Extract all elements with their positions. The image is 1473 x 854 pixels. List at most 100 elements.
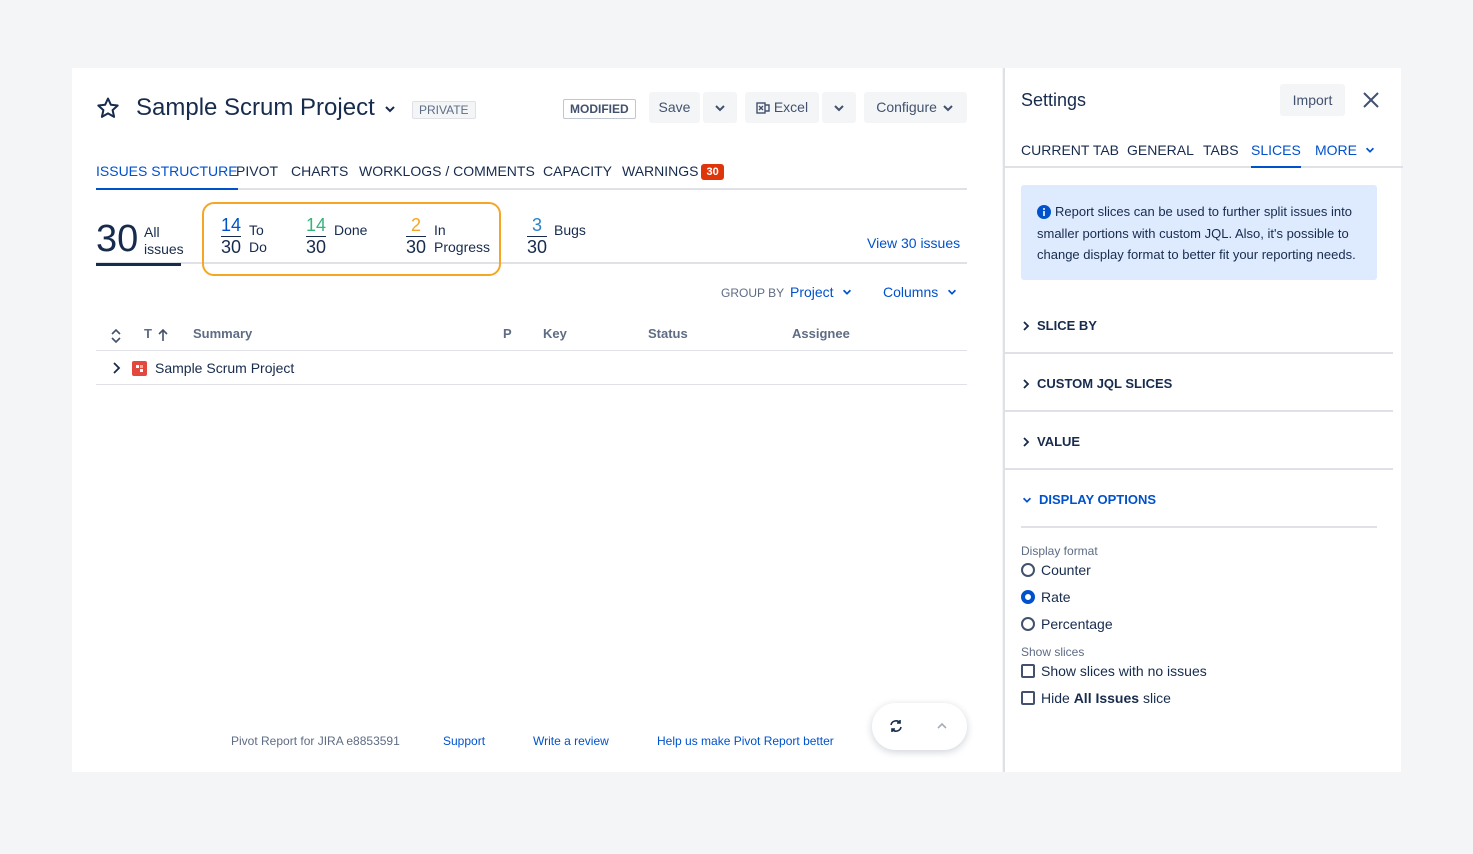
- display-format-label: Display format: [1021, 544, 1098, 558]
- chevron-right-icon[interactable]: [111, 362, 121, 374]
- configure-button[interactable]: Configure: [864, 92, 967, 123]
- report-title[interactable]: Sample Scrum Project: [136, 94, 375, 122]
- view-issues-link[interactable]: View 30 issues: [867, 235, 960, 251]
- columns-select[interactable]: Columns: [883, 284, 958, 300]
- tab-tabs[interactable]: TABS: [1203, 142, 1239, 168]
- hide-all-issues-option[interactable]: Hide All Issues slice: [1021, 690, 1171, 706]
- section-value[interactable]: VALUE: [1021, 434, 1393, 449]
- group-by-select[interactable]: Project: [790, 284, 853, 300]
- save-options-button[interactable]: [703, 92, 737, 123]
- feedback-link[interactable]: Help us make Pivot Report better: [657, 734, 834, 748]
- support-link[interactable]: Support: [443, 734, 485, 748]
- refresh-icon[interactable]: [889, 719, 903, 733]
- chevron-right-icon: [1023, 321, 1030, 331]
- show-slices-label: Show slices: [1021, 645, 1085, 659]
- section-display-options-label: DISPLAY OPTIONS: [1039, 492, 1157, 507]
- excel-options-button[interactable]: [822, 92, 856, 123]
- tab-worklogs-comments[interactable]: WORKLOGS / COMMENTS: [359, 162, 535, 190]
- import-button[interactable]: Import: [1280, 84, 1345, 116]
- all-issues-label: All issues: [144, 224, 184, 257]
- format-option-rate[interactable]: Rate: [1021, 589, 1071, 605]
- checkbox-show-no-issues[interactable]: [1021, 664, 1035, 678]
- tab-charts[interactable]: CHARTS: [291, 162, 348, 190]
- chevron-down-icon: [1365, 147, 1374, 153]
- radio-rate[interactable]: [1021, 590, 1035, 604]
- section-divider: [1021, 526, 1377, 528]
- row-summary[interactable]: Sample Scrum Project: [155, 360, 294, 376]
- settings-title: Settings: [1021, 90, 1087, 110]
- section-display-options[interactable]: DISPLAY OPTIONS: [1021, 492, 1393, 507]
- all-issues-count: 30: [96, 218, 139, 260]
- chevron-down-icon: [715, 105, 725, 112]
- save-button[interactable]: Save: [649, 92, 700, 123]
- section-slice-by[interactable]: SLICE BY: [1021, 318, 1393, 333]
- excel-icon: [756, 102, 770, 114]
- columns-label: Columns: [883, 284, 939, 300]
- settings-panel: Settings Import CURRENT TAB GENERAL TABS…: [1003, 68, 1403, 772]
- checkbox-hide-all-issues[interactable]: [1021, 691, 1035, 705]
- col-key[interactable]: Key: [543, 326, 567, 341]
- tab-more[interactable]: MORE: [1315, 142, 1376, 168]
- tab-more-label: MORE: [1315, 142, 1357, 158]
- col-status[interactable]: Status: [648, 326, 688, 341]
- sort-ascending-icon[interactable]: [157, 328, 169, 342]
- chevron-right-icon: [1023, 437, 1030, 447]
- tab-capacity[interactable]: CAPACITY: [543, 162, 612, 190]
- write-review-link[interactable]: Write a review: [533, 734, 609, 748]
- table-header: T Summary P Key Status Assignee: [96, 322, 967, 351]
- col-type[interactable]: T: [144, 326, 152, 341]
- star-icon[interactable]: [96, 96, 120, 120]
- floating-action-panel: [872, 703, 967, 750]
- report-panel: Sample Scrum Project PRIVATE MODIFIED Sa…: [72, 68, 1002, 772]
- excel-button[interactable]: Excel: [745, 92, 819, 123]
- chevron-down-icon: [1022, 497, 1032, 503]
- format-counter-label: Counter: [1041, 562, 1091, 578]
- section-slice-by-label: SLICE BY: [1037, 318, 1097, 333]
- hide-bold: All Issues: [1073, 690, 1140, 706]
- tab-current-tab[interactable]: CURRENT TAB: [1021, 142, 1119, 168]
- footer-version: Pivot Report for JIRA e8853591: [231, 734, 400, 748]
- chevron-down-icon: [834, 105, 844, 112]
- done-counter[interactable]: 14 30 Done: [306, 215, 367, 258]
- todo-total: 30: [221, 236, 242, 257]
- all-issues-counter[interactable]: 30 All issues: [96, 218, 184, 266]
- table-row[interactable]: Sample Scrum Project: [96, 352, 967, 385]
- show-no-issues-option[interactable]: Show slices with no issues: [1021, 663, 1207, 679]
- done-label: Done: [334, 222, 368, 238]
- tab-warnings-label: WARNINGS: [622, 163, 699, 179]
- group-by-value: Project: [790, 284, 834, 300]
- inprogress-count: 2: [411, 215, 422, 235]
- format-percentage-label: Percentage: [1041, 616, 1113, 632]
- tab-general[interactable]: GENERAL: [1127, 142, 1194, 168]
- col-summary[interactable]: Summary: [193, 326, 252, 341]
- expand-collapse-icon[interactable]: [111, 329, 121, 343]
- close-icon[interactable]: [1361, 90, 1381, 110]
- tab-pivot[interactable]: PIVOT: [236, 162, 278, 190]
- section-value-label: VALUE: [1037, 434, 1081, 449]
- section-divider: [1005, 352, 1393, 354]
- chevron-up-icon[interactable]: [936, 720, 948, 732]
- excel-label: Excel: [773, 99, 809, 115]
- bugs-count: 3: [532, 215, 543, 235]
- radio-percentage[interactable]: [1021, 617, 1035, 631]
- tab-warnings[interactable]: WARNINGS 30: [622, 162, 724, 190]
- chevron-down-icon: [843, 289, 852, 295]
- todo-counter[interactable]: 14 30 To Do: [221, 215, 267, 258]
- hide-suffix: slice: [1139, 690, 1171, 706]
- chevron-down-icon[interactable]: [383, 102, 397, 116]
- tab-slices[interactable]: SLICES: [1251, 142, 1301, 168]
- inprogress-counter[interactable]: 2 30 In Progress: [406, 215, 490, 258]
- radio-counter[interactable]: [1021, 563, 1035, 577]
- bugs-counter[interactable]: 3 30 Bugs: [527, 215, 586, 258]
- hide-prefix: Hide: [1041, 690, 1074, 706]
- format-option-counter[interactable]: Counter: [1021, 562, 1091, 578]
- warnings-count-badge: 30: [701, 164, 724, 180]
- col-priority[interactable]: P: [503, 326, 512, 341]
- tab-issues-structure[interactable]: ISSUES STRUCTURE: [96, 162, 238, 190]
- chevron-down-icon: [943, 105, 953, 112]
- settings-tabs: CURRENT TAB GENERAL TABS SLICES MORE: [1005, 140, 1403, 168]
- format-option-percentage[interactable]: Percentage: [1021, 616, 1113, 632]
- col-assignee[interactable]: Assignee: [792, 326, 850, 341]
- configure-label: Configure: [876, 99, 937, 115]
- section-custom-jql[interactable]: CUSTOM JQL SLICES: [1021, 376, 1393, 391]
